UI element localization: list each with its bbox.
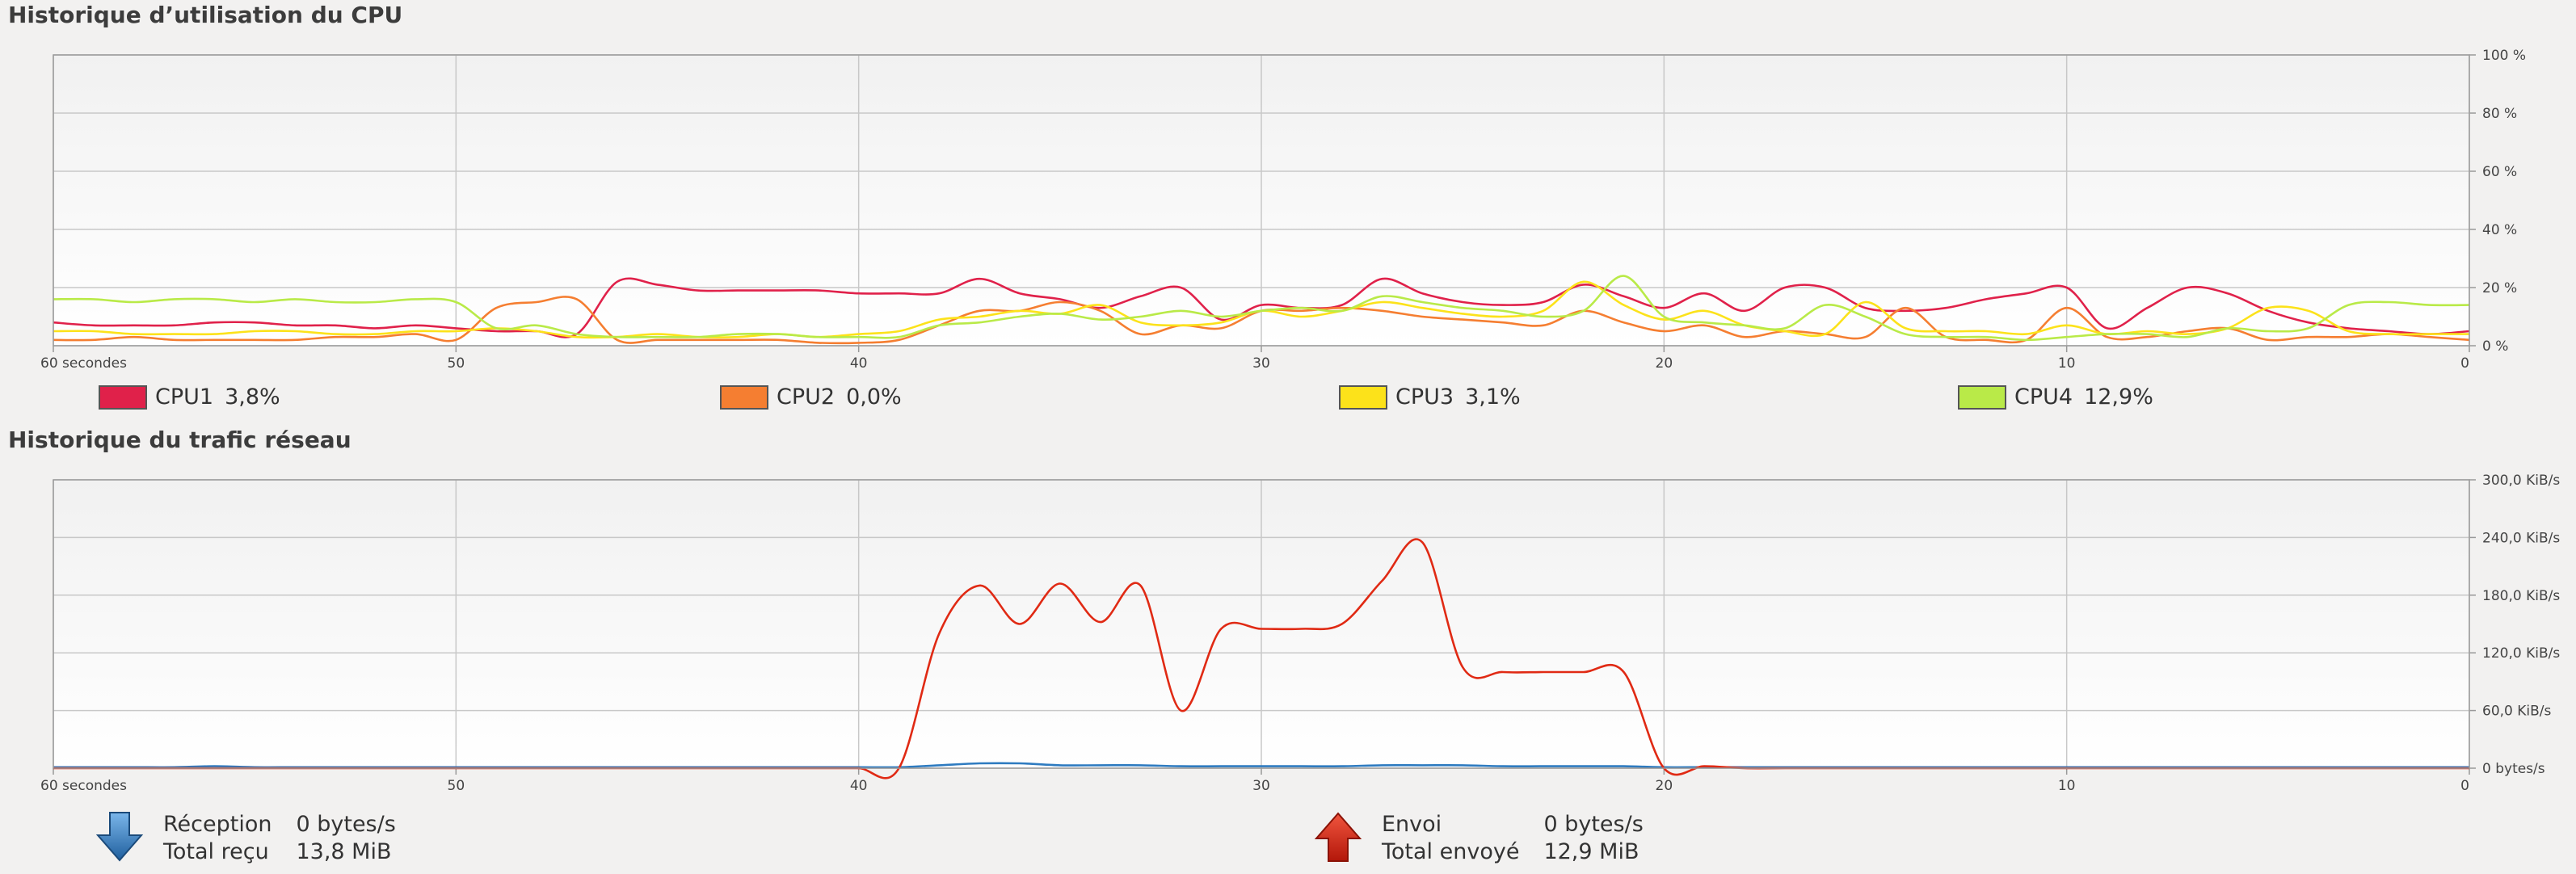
x-tick-label: 40	[850, 778, 868, 794]
x-tick-label: 50	[448, 778, 465, 794]
total-sent-value: 12,9 MiB	[1543, 839, 1639, 864]
y-tick-label: 120,0 KiB/s	[2482, 645, 2560, 662]
reception-block: Réception 0 bytes/s Total reçu 13,8 MiB	[95, 811, 396, 866]
total-sent-label: Total envoyé	[1382, 839, 1520, 864]
total-received-label: Total reçu	[163, 839, 269, 864]
upload-arrow-icon[interactable]	[1314, 811, 1362, 863]
total-received-value: 13,8 MiB	[296, 839, 392, 864]
reception-label: Réception	[163, 812, 272, 837]
network-traffic-chart: 300,0 KiB/s 240,0 KiB/s 180,0 KiB/s 120,0 K…	[40, 473, 2560, 794]
x-tick-label: 30	[1252, 778, 1270, 794]
y-tick-label: 60,0 KiB/s	[2482, 704, 2552, 720]
sending-label: Envoi	[1382, 812, 1442, 837]
x-tick-label: 60 secondes	[40, 778, 127, 794]
y-tick-label: 180,0 KiB/s	[2482, 588, 2560, 604]
y-tick-label: 0 bytes/s	[2482, 761, 2545, 777]
x-tick-label: 0	[2460, 778, 2469, 794]
y-tick-label: 240,0 KiB/s	[2482, 530, 2560, 546]
y-tick-label: 300,0 KiB/s	[2482, 473, 2560, 489]
sending-block: Envoi 0 bytes/s Total envoyé 12,9 MiB	[1314, 811, 1644, 866]
sending-rate: 0 bytes/s	[1543, 812, 1644, 837]
x-tick-label: 10	[2058, 778, 2076, 794]
x-tick-label: 20	[1656, 778, 1673, 794]
reception-rate: 0 bytes/s	[296, 812, 396, 837]
download-arrow-icon[interactable]	[95, 811, 144, 863]
